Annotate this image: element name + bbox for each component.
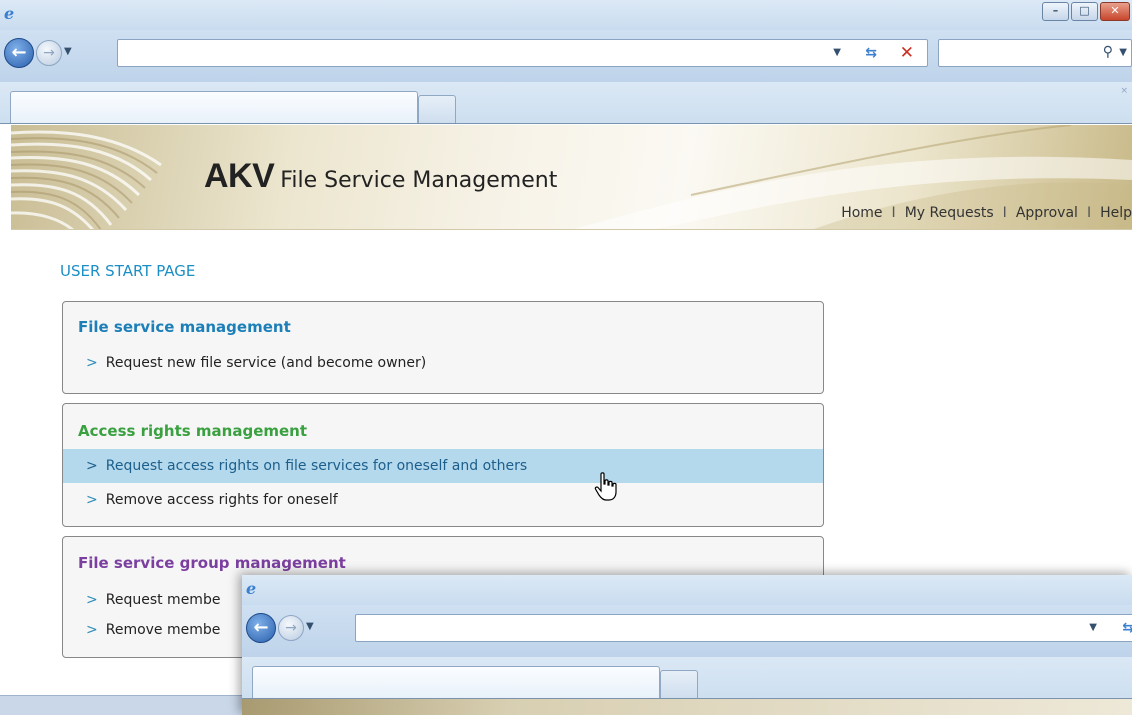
maximize-icon: □ <box>1079 4 1090 17</box>
history-dropdown[interactable]: ▼ <box>64 46 72 57</box>
search-input[interactable]: ⚲ ▼ <box>938 39 1132 67</box>
address-dropdown-icon[interactable]: ▼ <box>1089 622 1097 633</box>
search-dropdown-icon[interactable]: ▼ <box>1119 47 1127 58</box>
tab-active[interactable] <box>10 91 418 123</box>
title-bar: e <box>242 575 1132 605</box>
window-controls: – □ ✕ <box>1040 2 1130 21</box>
chevron-right-icon: > <box>86 622 98 638</box>
menu-item-request-access-rights[interactable]: > Request access rights on file services … <box>63 449 823 483</box>
stop-icon[interactable]: ✕ <box>900 43 914 63</box>
chevron-right-icon: > <box>86 458 98 474</box>
history-dropdown[interactable]: ▼ <box>306 621 314 632</box>
refresh-icon[interactable]: ⇆ <box>1122 620 1132 636</box>
back-button[interactable]: ← <box>246 613 276 643</box>
section-heading: File service management <box>78 318 291 336</box>
nav-separator: I <box>1086 205 1092 221</box>
nav-approval[interactable]: Approval <box>1016 205 1078 221</box>
page-title: USER START PAGE <box>60 262 196 280</box>
maximize-button[interactable]: □ <box>1071 2 1098 21</box>
section-heading: File service group management <box>78 554 346 572</box>
new-tab-button[interactable] <box>418 95 456 123</box>
nav-my-requests[interactable]: My Requests <box>905 205 994 221</box>
search-icon[interactable]: ⚲ <box>1103 44 1113 60</box>
forward-arrow-icon: → <box>43 45 55 61</box>
back-button[interactable]: ← <box>4 38 34 68</box>
ie-logo-icon: e <box>246 579 257 598</box>
menu-item-label: Request new file service (and become own… <box>105 355 427 371</box>
menu-item-label: Remove membe <box>105 622 221 638</box>
section-heading: Access rights management <box>78 422 308 440</box>
hand-cursor-icon <box>594 472 617 501</box>
minimize-button[interactable]: – <box>1042 2 1069 21</box>
nav-separator: I <box>891 205 896 221</box>
chevron-right-icon: > <box>86 492 98 508</box>
tab-close-icon[interactable]: × <box>1120 86 1128 96</box>
back-arrow-icon: ← <box>11 42 27 63</box>
menu-item-label: Remove access rights for oneself <box>105 492 338 508</box>
tab-active[interactable] <box>252 666 660 698</box>
forward-button[interactable]: → <box>278 615 304 641</box>
brand-subtitle: File Service Management <box>280 168 558 193</box>
nav-home[interactable]: Home <box>841 205 882 221</box>
new-tab-button[interactable] <box>660 670 698 698</box>
refresh-icon[interactable]: ⇆ <box>865 45 877 61</box>
nav-help[interactable]: Help <box>1100 205 1132 221</box>
chevron-right-icon: > <box>86 592 98 608</box>
nav-separator: I <box>1002 205 1007 221</box>
address-bar[interactable]: ▼ ⇆ ✕ <box>117 39 928 67</box>
title-bar: e – □ ✕ <box>0 0 1132 30</box>
menu-item-label: Request access rights on file services f… <box>105 458 528 474</box>
second-browser-window[interactable]: e ← → ▼ ▼ ⇆ <box>242 575 1132 715</box>
ie-logo-icon: e <box>4 4 15 23</box>
menu-item-request-new-file-service[interactable]: > Request new file service (and become ow… <box>63 346 823 380</box>
close-button[interactable]: ✕ <box>1100 2 1130 21</box>
forward-button[interactable]: → <box>36 40 62 66</box>
close-icon: ✕ <box>1110 4 1120 17</box>
address-bar[interactable]: ▼ ⇆ <box>355 614 1132 642</box>
section-access-rights-management: Access rights management > Request access… <box>62 403 824 527</box>
page-banner-fragment <box>242 699 1132 715</box>
brand-title: AKV File Service Management <box>204 157 557 196</box>
chevron-right-icon: > <box>86 355 98 371</box>
navigation-bar: ← → ▼ ▼ ⇆ ✕ ⚲ ▼ <box>0 30 1132 82</box>
section-file-service-management: File service management > Request new fil… <box>62 301 824 394</box>
tab-bar: × <box>0 82 1132 124</box>
header-banner: AKV File Service Management Home I My Reque… <box>11 125 1132 230</box>
minimize-icon: – <box>1052 4 1059 17</box>
brand-main: AKV <box>204 157 275 195</box>
tab-bar <box>242 657 1132 699</box>
menu-item-label: Request membe <box>105 592 221 608</box>
menu-item-remove-access-rights[interactable]: > Remove access rights for oneself <box>63 483 823 517</box>
navigation-bar: ← → ▼ ▼ ⇆ <box>242 605 1132 657</box>
back-arrow-icon: ← <box>253 617 269 638</box>
address-dropdown-icon[interactable]: ▼ <box>833 47 841 58</box>
top-navigation: Home I My Requests I Approval I Help <box>841 205 1132 221</box>
forward-arrow-icon: → <box>285 620 297 636</box>
